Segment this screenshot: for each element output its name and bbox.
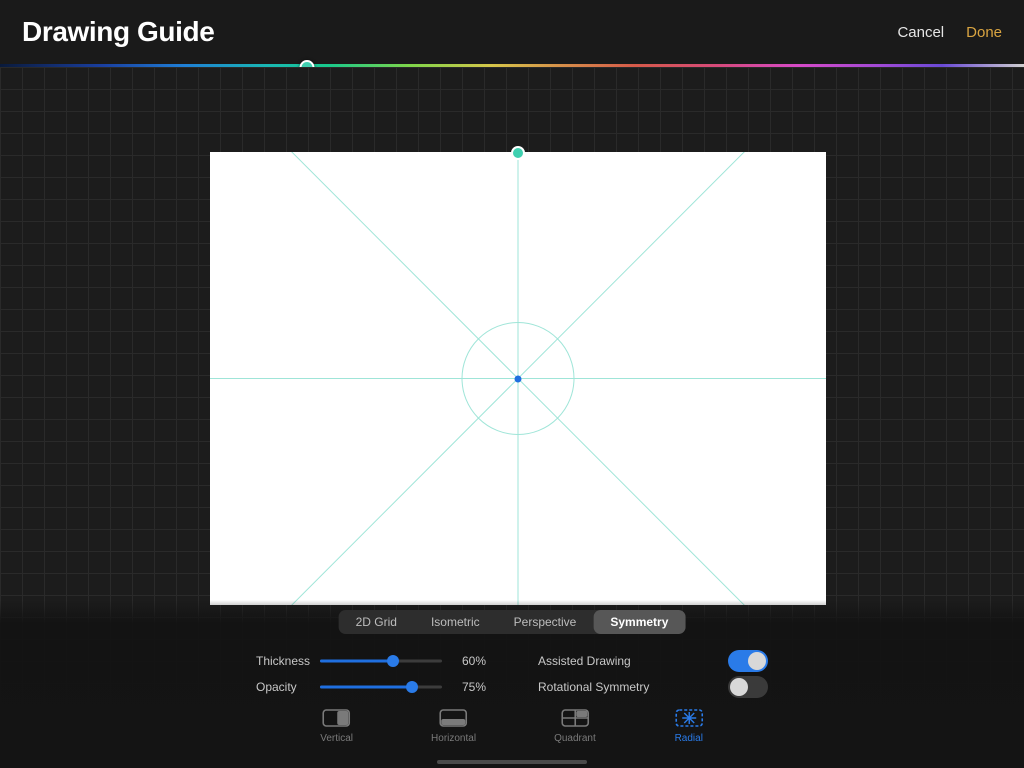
- quadrant-symmetry-icon: [560, 708, 590, 728]
- settings-panel: 2D Grid Isometric Perspective Symmetry T…: [0, 600, 1024, 768]
- canvas-container: [210, 152, 826, 605]
- thickness-row: Thickness 60%: [256, 648, 486, 674]
- symmetry-quadrant-label: Quadrant: [554, 733, 596, 744]
- home-indicator: [437, 760, 587, 764]
- assisted-drawing-toggle[interactable]: [728, 650, 768, 672]
- symmetry-horizontal-label: Horizontal: [431, 733, 476, 744]
- opacity-row: Opacity 75%: [256, 674, 486, 700]
- done-button[interactable]: Done: [966, 24, 1002, 41]
- rotational-symmetry-label: Rotational Symmetry: [538, 680, 649, 694]
- opacity-slider[interactable]: [320, 678, 442, 696]
- symmetry-vertical[interactable]: Vertical: [320, 708, 353, 744]
- controls-row: Thickness 60% Opacity 75% Assisted Drawi…: [256, 648, 768, 700]
- symmetry-vertical-label: Vertical: [320, 733, 353, 744]
- assisted-drawing-row: Assisted Drawing: [538, 648, 768, 674]
- symmetry-horizontal[interactable]: Horizontal: [431, 708, 476, 744]
- symmetry-radial-label: Radial: [675, 733, 703, 744]
- opacity-label: Opacity: [256, 680, 320, 694]
- header: Drawing Guide Cancel Done: [0, 0, 1024, 64]
- sliders-column: Thickness 60% Opacity 75%: [256, 648, 486, 700]
- radial-symmetry-icon: [674, 708, 704, 728]
- tab-isometric[interactable]: Isometric: [414, 610, 497, 634]
- tab-symmetry[interactable]: Symmetry: [593, 610, 685, 634]
- rotational-symmetry-row: Rotational Symmetry: [538, 674, 768, 700]
- page-title: Drawing Guide: [22, 16, 214, 48]
- horizontal-symmetry-icon: [439, 708, 469, 728]
- thickness-value: 60%: [442, 654, 486, 668]
- header-actions: Cancel Done: [897, 24, 1002, 41]
- toggles-column: Assisted Drawing Rotational Symmetry: [538, 648, 768, 700]
- thickness-label: Thickness: [256, 654, 320, 668]
- guide-type-tabs: 2D Grid Isometric Perspective Symmetry: [339, 610, 686, 634]
- assisted-drawing-label: Assisted Drawing: [538, 654, 631, 668]
- tab-2d-grid[interactable]: 2D Grid: [339, 610, 414, 634]
- tab-perspective[interactable]: Perspective: [497, 610, 594, 634]
- symmetry-type-row: Vertical Horizontal Quadrant: [320, 708, 704, 744]
- symmetry-quadrant[interactable]: Quadrant: [554, 708, 596, 744]
- rotational-symmetry-toggle[interactable]: [728, 676, 768, 698]
- symmetry-origin-handle[interactable]: [515, 375, 522, 382]
- canvas[interactable]: [210, 152, 826, 605]
- opacity-value: 75%: [442, 680, 486, 694]
- thickness-slider[interactable]: [320, 652, 442, 670]
- rotation-handle[interactable]: [511, 146, 525, 160]
- vertical-symmetry-icon: [322, 708, 352, 728]
- symmetry-radial[interactable]: Radial: [674, 708, 704, 744]
- cancel-button[interactable]: Cancel: [897, 24, 944, 41]
